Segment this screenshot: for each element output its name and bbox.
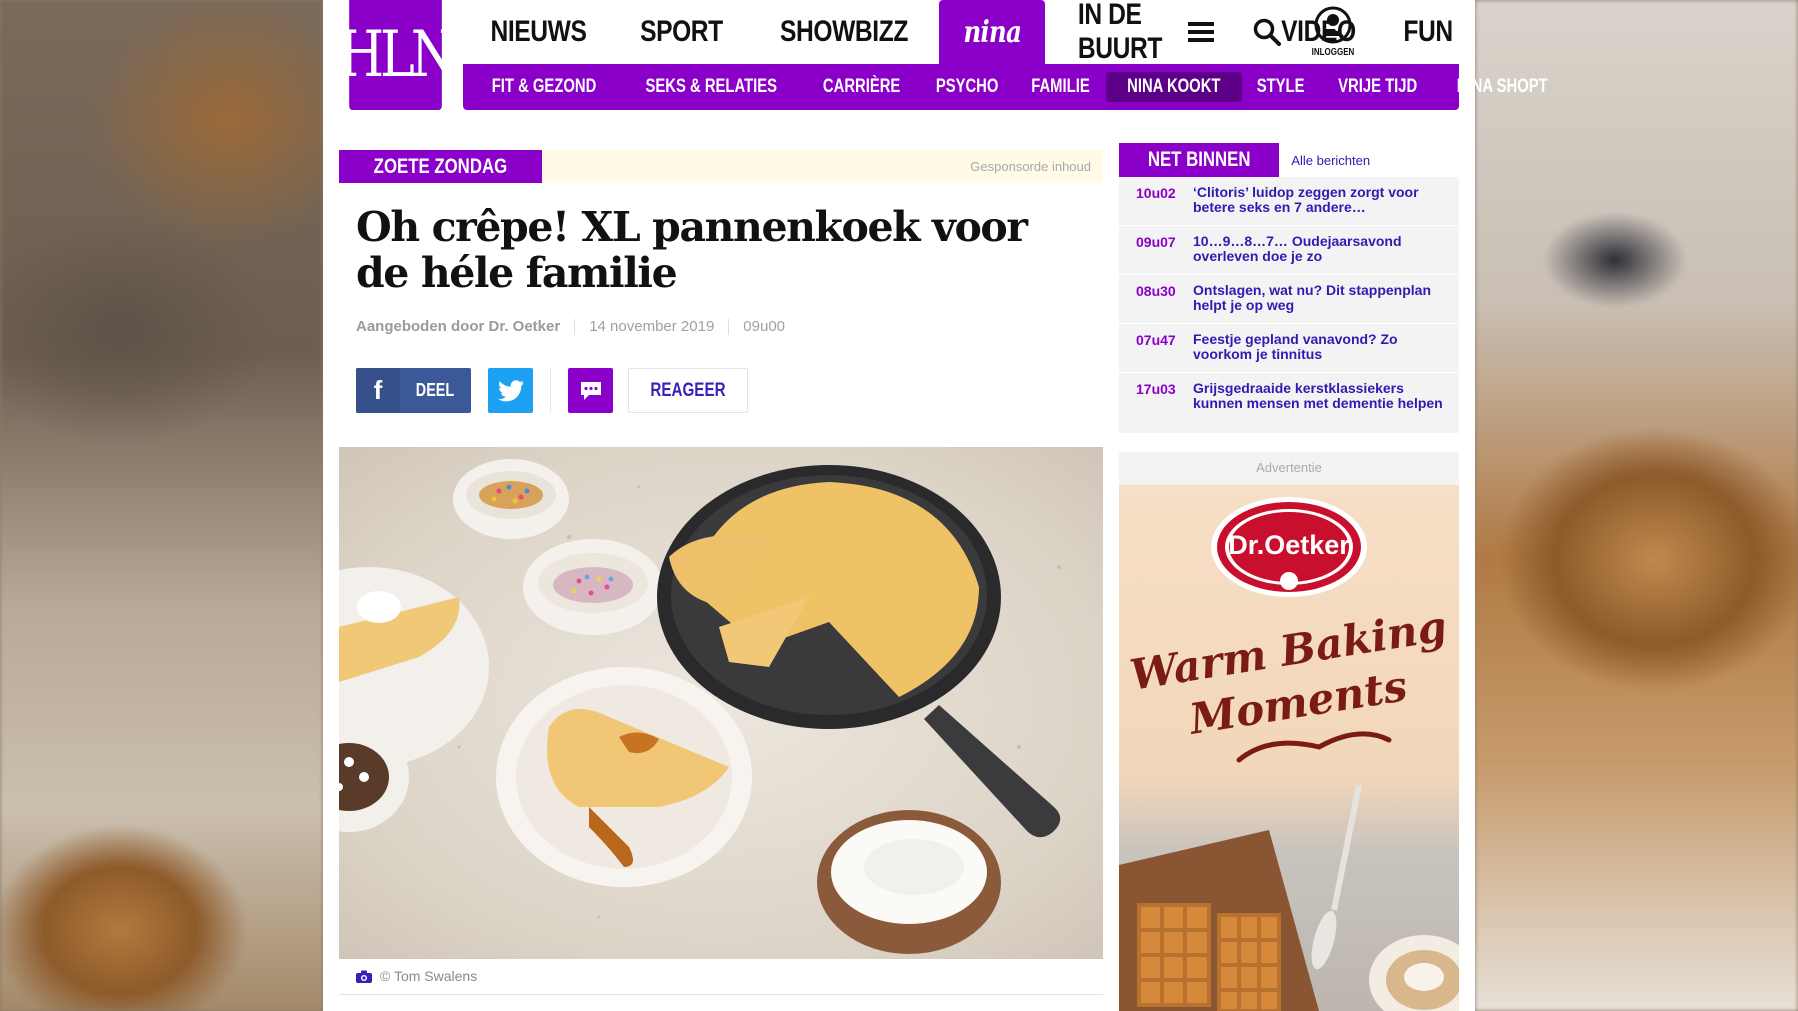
subnav-label: VRIJE TIJD [1338,76,1418,97]
sub-nav: FIT & GEZOND SEKS & RELATIES CARRIÈRE PS… [463,64,1548,110]
list-item[interactable]: 17u03 Grijsgedraaide kerstklassiekers ku… [1119,373,1459,435]
facebook-share-label: DEEL [400,368,471,413]
reageer-button[interactable]: REAGEER [628,368,748,413]
alle-berichten-link[interactable]: Alle berichten [1291,153,1370,168]
subnav-label: NINA KOOKT [1127,76,1221,97]
background-image-right [1475,0,1798,1011]
item-time: 10u02 [1136,185,1176,201]
nina-logo: nina [963,14,1022,50]
nav-fun[interactable]: FUN [1381,0,1475,64]
nav-nina[interactable]: nina [938,0,1046,64]
item-title[interactable]: Ontslagen, wat nu? Dit stappenplan helpt… [1193,283,1445,323]
kicker-row: ZOETE ZONDAG Gesponsorde inhoud [339,150,1103,183]
item-time: 17u03 [1136,381,1176,397]
facebook-share-button[interactable]: f DEEL [356,368,471,413]
comment-icon-button[interactable] [568,368,613,413]
nav-nieuws[interactable]: NIEUWS [463,0,614,64]
nav-label: FUN [1403,15,1453,48]
item-time: 09u07 [1136,234,1176,250]
item-title[interactable]: 10…9…8…7… Oudejaarsavond overleven doe j… [1193,234,1445,274]
subnav-label: PSYCHO [935,76,999,97]
article-author: Aangeboden door Dr. Oetker [356,318,561,335]
article-date: 14 november 2019 [589,318,715,335]
divider [339,994,1103,995]
nav-showbizz[interactable]: SHOWBIZZ [749,0,939,64]
subnav-style[interactable]: STYLE [1242,72,1319,102]
subnav-nina-kookt[interactable]: NINA KOOKT [1106,72,1242,102]
subnav-nina-shopt[interactable]: NINA SHOPT [1436,72,1568,102]
divider [574,318,576,335]
article-photo [339,447,1103,959]
facebook-share-text: DEEL [416,380,455,400]
subnav-carriere[interactable]: CARRIÈRE [804,72,919,102]
subnav-label: FIT & GEZOND [491,76,597,97]
nav-label: SHOWBIZZ [779,15,908,48]
item-title[interactable]: Grijsgedraaide kerstklassiekers kunnen m… [1193,381,1445,434]
divider [550,368,551,413]
subnav-label: STYLE [1256,76,1305,97]
twitter-icon [497,379,524,401]
kicker-label[interactable]: ZOETE ZONDAG [339,150,542,183]
search-icon[interactable] [1234,0,1300,64]
item-title[interactable]: ‘Clitoris’ luidop zeggen zorgt voor bete… [1193,185,1445,225]
subnav-label: SEKS & RELATIES [645,76,778,97]
item-title[interactable]: Feestje gepland vanavond? Zo voorkom je … [1193,332,1445,372]
login-label: INLOGGEN [1311,47,1355,58]
comment-icon [580,381,601,400]
background-image-left [0,0,323,1011]
sponsored-label: Gesponsorde inhoud [970,159,1091,174]
share-bar: f DEEL REAGEER [356,368,748,413]
ad-artwork: Dr.Oetker Warm Baking Moments [1119,497,1459,1011]
list-item[interactable]: 10u02 ‘Clitoris’ luidop zeggen zorgt voo… [1119,177,1459,226]
logo-text: HLN [338,18,456,92]
net-binnen-box: NET BINNEN Alle berichten 10u02 ‘Clitori… [1119,143,1459,435]
subnav-vrije-tijd[interactable]: VRIJE TIJD [1319,72,1436,102]
ad-box: Advertentie Dr.Oetker Warm Baking Moment… [1119,452,1459,1011]
subnav-fit-gezond[interactable]: FIT & GEZOND [469,72,619,102]
nav-label: NIEUWS [490,15,587,48]
subnav-label: FAMILIE [1031,76,1090,97]
subnav-familie[interactable]: FAMILIE [1015,72,1106,102]
item-time: 07u47 [1136,332,1176,348]
pancake-illustration [339,459,1061,954]
reageer-label: REAGEER [650,379,726,401]
subnav-label: CARRIÈRE [822,76,900,97]
subnav-seks-relaties[interactable]: SEKS & RELATIES [619,72,804,102]
hamburger-icon[interactable] [1168,0,1234,64]
user-icon [1314,6,1352,44]
item-time: 08u30 [1136,283,1176,299]
subnav-label: NINA SHOPT [1457,76,1548,97]
ad-label: Advertentie [1256,460,1322,475]
net-binnen-header: NET BINNEN Alle berichten [1119,143,1459,177]
photo-credit: © Tom Swalens [380,968,478,984]
facebook-icon: f [356,368,400,413]
divider [728,318,730,335]
nav-label: SPORT [640,15,723,48]
net-binnen-label: NET BINNEN [1119,143,1280,177]
list-item[interactable]: 08u30 Ontslagen, wat nu? Dit stappenplan… [1119,275,1459,324]
twitter-share-button[interactable] [488,368,533,413]
nav-sport[interactable]: SPORT [614,0,749,64]
list-item[interactable]: 07u47 Feestje gepland vanavond? Zo voork… [1119,324,1459,373]
photo-caption: © Tom Swalens [356,968,477,984]
kicker-text: ZOETE ZONDAG [373,154,508,178]
article-headline: Oh crêpe! XL pannenkoek voor de héle fam… [356,203,1028,297]
article-meta: Aangeboden door Dr. Oetker 14 november 2… [356,318,785,335]
page: HLN NIEUWS SPORT SHOWBIZZ nina IN DE BUU… [323,0,1548,1011]
dr-oetker-ad[interactable]: Dr.Oetker Warm Baking Moments [1119,485,1459,1011]
header-icons: INLOGGEN [1168,0,1366,64]
ad-brand: Dr.Oetker [1228,530,1350,560]
article-time: 09u00 [743,318,786,335]
list-item[interactable]: 09u07 10…9…8…7… Oudejaarsavond overleven… [1119,226,1459,275]
camera-icon [356,970,372,983]
hln-logo[interactable]: HLN [338,0,457,110]
login-button[interactable]: INLOGGEN [1300,0,1366,64]
subnav-psycho[interactable]: PSYCHO [919,72,1015,102]
net-binnen-text: NET BINNEN [1147,148,1251,171]
